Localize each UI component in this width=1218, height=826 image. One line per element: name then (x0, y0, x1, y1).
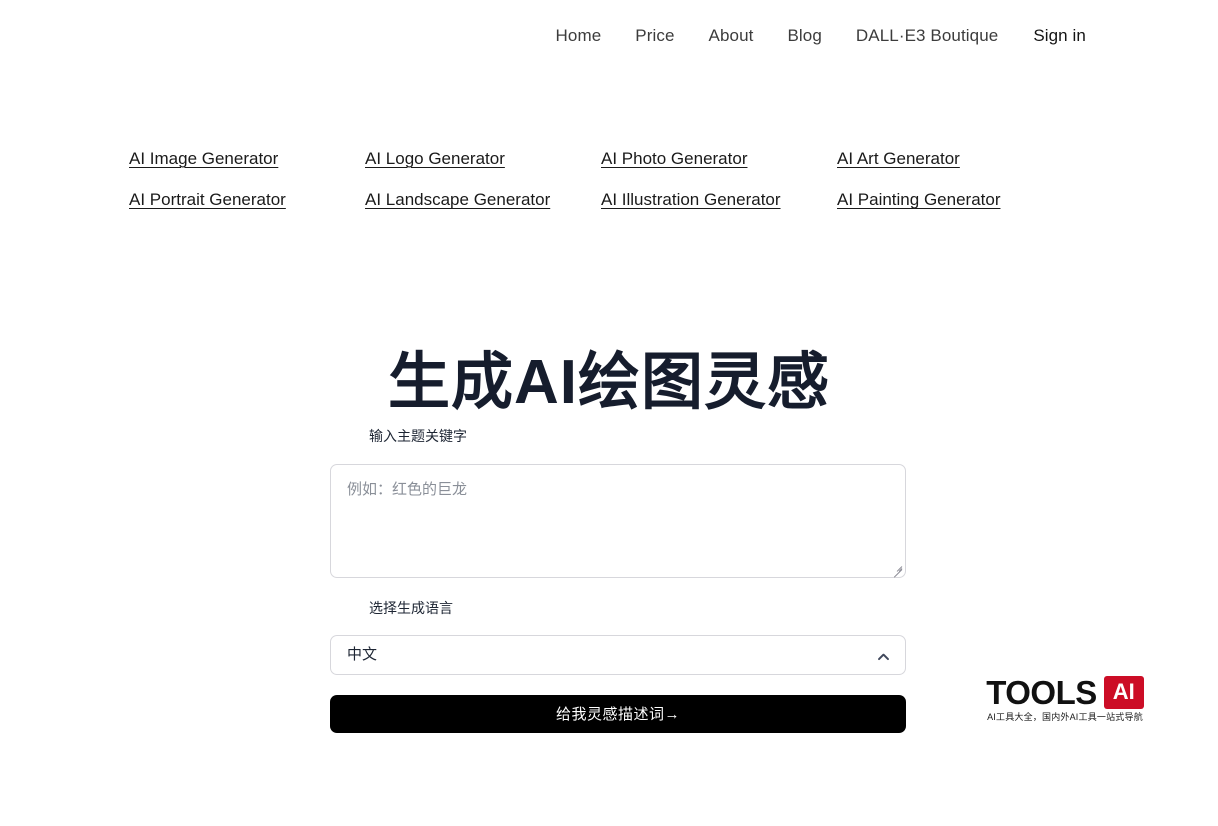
link-ai-image-generator[interactable]: AI Image Generator (129, 148, 278, 169)
page-title: 生成AI绘图灵感 (387, 347, 830, 417)
brand-logo[interactable]: TOOLS AI AI工具大全，国内外AI工具一站式导航 (975, 676, 1155, 723)
keyword-field-label: 输入主题关键字 (369, 428, 467, 444)
brand-tagline: AI工具大全，国内外AI工具一站式导航 (987, 712, 1143, 722)
top-navigation: Home Price About Blog DALL·E3 Boutique S… (0, 0, 1218, 70)
link-ai-landscape-generator[interactable]: AI Landscape Generator (365, 189, 550, 210)
nav-item-about[interactable]: About (692, 21, 771, 50)
nav-list: Home Price About Blog DALL·E3 Boutique S… (539, 21, 1086, 50)
nav-item-price[interactable]: Price (618, 21, 691, 50)
nav-item-home[interactable]: Home (539, 21, 619, 50)
link-ai-art-generator[interactable]: AI Art Generator (837, 148, 960, 169)
link-ai-painting-generator[interactable]: AI Painting Generator (837, 189, 1000, 210)
language-select[interactable]: 中文 (330, 634, 906, 675)
chevron-up-icon (878, 652, 889, 663)
link-ai-portrait-generator[interactable]: AI Portrait Generator (129, 189, 286, 210)
keyword-input[interactable] (330, 463, 906, 578)
link-ai-photo-generator[interactable]: AI Photo Generator (601, 148, 747, 169)
generate-prompt-button[interactable]: 给我灵感描述词→ (330, 694, 906, 733)
inspiration-form: 输入主题关键字 选择生成语言 中文 给我灵感描述词→ (330, 428, 906, 733)
link-ai-logo-generator[interactable]: AI Logo Generator (365, 148, 505, 169)
nav-item-dalle3-boutique[interactable]: DALL·E3 Boutique (839, 21, 1015, 50)
brand-wordmark: TOOLS (986, 674, 1097, 711)
link-ai-illustration-generator[interactable]: AI Illustration Generator (601, 189, 781, 210)
language-select-value: 中文 (347, 646, 378, 664)
nav-item-sign-in[interactable]: Sign in (1015, 21, 1086, 50)
brand-ai-badge: AI (1103, 676, 1144, 709)
generator-link-grid: AI Image Generator AI Logo Generator AI … (129, 148, 1089, 211)
language-field-label: 选择生成语言 (369, 599, 453, 616)
nav-item-blog[interactable]: Blog (770, 21, 838, 50)
brand-logo-row: TOOLS AI (975, 676, 1155, 709)
